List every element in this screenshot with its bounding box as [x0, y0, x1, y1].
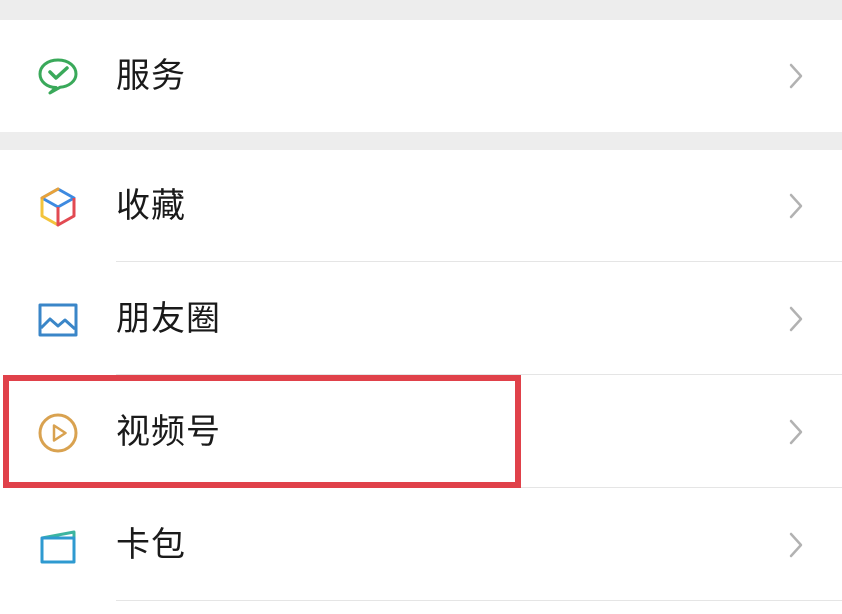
divider — [116, 600, 842, 601]
menu-item-label: 服务 — [116, 56, 186, 96]
play-circle-icon — [36, 411, 80, 455]
section-gap — [0, 132, 842, 150]
menu-item-moments[interactable]: 朋友圈 — [0, 263, 842, 375]
section-gap-top — [0, 0, 842, 20]
cube-icon — [36, 185, 80, 229]
menu-item-label: 收藏 — [116, 186, 186, 226]
menu-item-favorites[interactable]: 收藏 — [0, 150, 842, 262]
chevron-right-icon — [786, 61, 806, 91]
wechat-pay-icon — [36, 54, 80, 98]
menu-item-services[interactable]: 服务 — [0, 20, 842, 132]
menu-item-label: 卡包 — [116, 525, 186, 565]
divider — [116, 487, 842, 488]
picture-icon — [36, 298, 80, 342]
chevron-right-icon — [786, 417, 806, 447]
divider — [116, 261, 842, 262]
chevron-right-icon — [786, 191, 806, 221]
menu-item-label: 视频号 — [116, 412, 221, 452]
menu-item-label: 朋友圈 — [116, 299, 221, 339]
menu-item-cards[interactable]: 卡包 — [0, 489, 842, 601]
menu-item-channels[interactable]: 视频号 — [0, 376, 842, 488]
divider — [116, 374, 842, 375]
chevron-right-icon — [786, 304, 806, 334]
card-wallet-icon — [36, 525, 80, 569]
chevron-right-icon — [786, 530, 806, 560]
